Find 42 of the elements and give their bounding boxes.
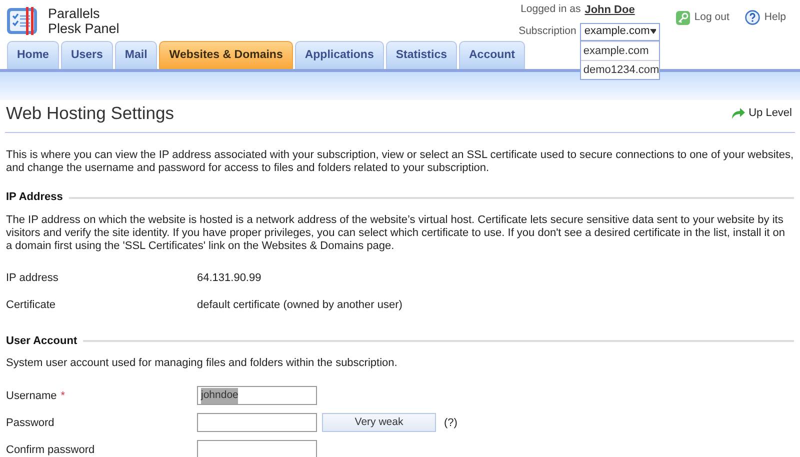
logo-text: Parallels xyxy=(48,6,101,21)
dropdown-option[interactable]: demo1234.com xyxy=(581,60,660,78)
nav-tab[interactable]: Home xyxy=(7,41,59,69)
logged-in-label: Logged in as xyxy=(520,2,581,18)
up-arrow-icon xyxy=(730,106,745,120)
field-value: default certificate (owned by another user) xyxy=(197,298,402,313)
field-value: 64.131.90.99 xyxy=(197,271,262,286)
page-title: Web Hosting Settings xyxy=(5,102,175,125)
field-label: Certificate xyxy=(6,298,56,313)
dropdown-option[interactable]: example.com xyxy=(581,40,660,60)
nav-tab[interactable]: Users xyxy=(60,41,113,69)
field-label: Password xyxy=(6,416,54,430)
strength-meter[interactable]: Very weak xyxy=(322,413,436,432)
input-field[interactable] xyxy=(197,440,317,457)
nav-tab[interactable]: Statistics xyxy=(386,41,457,69)
section-description: The IP address on which the website is hosted is a network address of the website’s virtual host. Certificate lets secure sensitive data sent to your website by its visitors and verify the site identity. If you have proper privileges, you can select which certificate to use. If you don't see a desired certificate in the list, install it on a domain first using the 'SSL Certificates' link on the Websites & Domains page. xyxy=(5,214,786,253)
logo-icon xyxy=(6,6,40,36)
help-icon xyxy=(745,10,760,26)
nav-tab[interactable]: Account xyxy=(459,41,525,69)
section-heading: User Account xyxy=(6,334,78,349)
caret-icon xyxy=(650,29,656,34)
subscription-label: Subscription xyxy=(518,24,576,39)
subscription-select[interactable]: example.com xyxy=(580,22,660,40)
intro-text: This is where you can view the IP address associated with your subscription, view or select an SSL certificate used to secure connections to one of your websites, and change the username and password for access to files and folders related to your subscription. xyxy=(5,149,795,176)
field-label: Confirm password xyxy=(6,442,95,457)
section-heading: IP Address xyxy=(6,190,63,206)
required-mark: * xyxy=(60,388,66,404)
field-label: IP address xyxy=(6,271,58,286)
logout-link[interactable]: Log out xyxy=(676,10,730,26)
nav-tab[interactable]: Websites & Domains xyxy=(159,41,293,69)
logo-text: Plesk Panel xyxy=(48,21,120,36)
nav-tab[interactable]: Mail xyxy=(114,41,158,69)
input-field[interactable]: johndoe xyxy=(197,386,317,406)
user-link[interactable]: John Doe xyxy=(584,2,635,18)
field-label: Username xyxy=(6,388,57,404)
input-field[interactable] xyxy=(197,413,317,432)
up-level-link[interactable]: Up Level xyxy=(730,104,792,122)
nav-tab[interactable]: Applications xyxy=(294,41,384,69)
section-description: System user account used for managing files and folders within the subscription. xyxy=(5,357,398,370)
help-link[interactable]: Help xyxy=(745,10,786,26)
hint-link[interactable]: (?) xyxy=(444,414,458,431)
key-icon xyxy=(676,10,690,25)
